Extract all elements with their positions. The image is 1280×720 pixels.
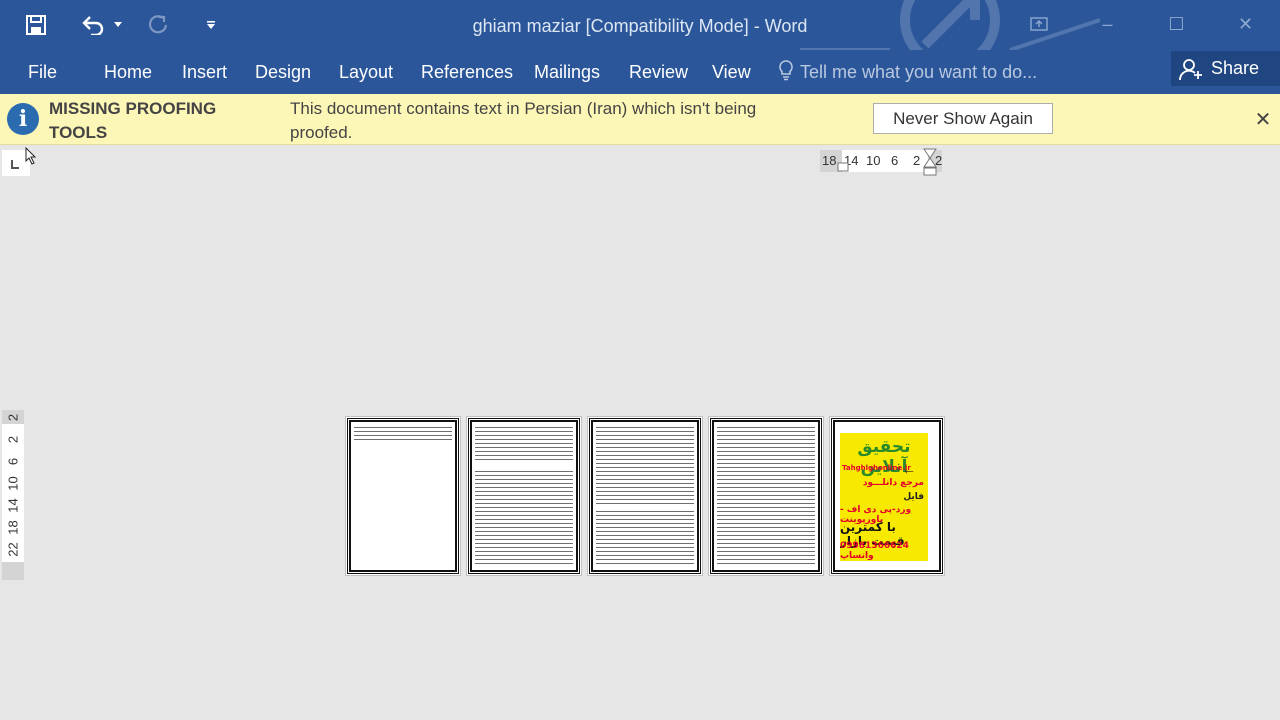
ruler-number: 6 bbox=[5, 457, 21, 466]
tab-design[interactable]: Design bbox=[255, 59, 311, 85]
share-button[interactable]: Share bbox=[1171, 51, 1280, 86]
redo-icon[interactable] bbox=[135, 2, 181, 48]
message-bar-text: This document contains text in Persian (… bbox=[290, 99, 757, 142]
ad-site: Tahghighonline.ir bbox=[842, 464, 911, 472]
left-indent-marker[interactable] bbox=[837, 162, 849, 172]
close-button[interactable]: ✕ bbox=[1211, 0, 1280, 48]
tab-home[interactable]: Home bbox=[104, 59, 152, 85]
undo-icon[interactable] bbox=[77, 2, 109, 48]
tab-insert[interactable]: Insert bbox=[182, 59, 227, 85]
page-thumbnail-5[interactable]: تحقیق آنلاین Tahghighonline.ir ← مرجع دا… bbox=[829, 416, 945, 576]
title-bar: ghiam maziar [Compatibility Mode] - Word… bbox=[0, 0, 1280, 50]
page-thumbnail-2[interactable] bbox=[466, 416, 582, 576]
page-thumbnail-1[interactable] bbox=[345, 416, 461, 576]
tab-layout[interactable]: Layout bbox=[339, 59, 393, 85]
horizontal-ruler[interactable]: 18 14 10 6 2 2 bbox=[820, 148, 942, 176]
save-icon[interactable] bbox=[13, 2, 59, 48]
ribbon-display-options-icon[interactable] bbox=[1004, 0, 1073, 48]
ruler-margin-bottom bbox=[2, 562, 24, 580]
page-text-lines bbox=[475, 427, 573, 565]
message-bar-close-icon[interactable]: ✕ bbox=[1252, 108, 1274, 131]
tab-references[interactable]: References bbox=[421, 59, 513, 85]
ruler-number: 2 bbox=[913, 153, 921, 168]
arrow-icon: ← bbox=[902, 461, 916, 477]
right-indent-marker[interactable] bbox=[923, 148, 937, 176]
tab-view[interactable]: View bbox=[712, 59, 751, 85]
paragraph-gap bbox=[475, 463, 573, 469]
customize-icon[interactable] bbox=[201, 2, 221, 48]
vertical-ruler[interactable]: 2 2 6 10 14 18 22 bbox=[2, 410, 24, 580]
lightbulb-icon bbox=[778, 59, 794, 86]
page-thumbnail-4[interactable] bbox=[708, 416, 824, 576]
tab-file[interactable]: File bbox=[28, 59, 57, 85]
info-icon: i bbox=[7, 103, 39, 135]
ad-line: فایل bbox=[903, 492, 924, 502]
paragraph-gap bbox=[596, 505, 694, 511]
message-bar-title: MISSING PROOFING TOOLS bbox=[49, 99, 217, 142]
tell-me-placeholder: Tell me what you want to do... bbox=[800, 61, 1038, 82]
page-text-lines bbox=[596, 427, 694, 565]
quick-access-toolbar bbox=[0, 0, 221, 50]
ruler-number: 2 bbox=[5, 435, 21, 444]
maximize-button[interactable]: ☐ bbox=[1142, 0, 1211, 48]
ad-line: مرجع دانلـــود bbox=[862, 478, 924, 488]
ruler-number: 14 bbox=[5, 498, 21, 513]
ruler-number: 22 bbox=[5, 542, 21, 557]
page-border bbox=[347, 418, 459, 574]
share-label: Share bbox=[1211, 58, 1260, 78]
ad-phone: 09981366624 واتساپ bbox=[840, 541, 909, 561]
ruler-number: 10 bbox=[866, 153, 881, 168]
advertisement-image: تحقیق آنلاین Tahghighonline.ir ← مرجع دا… bbox=[840, 433, 928, 561]
undo-dropdown-caret-down-icon[interactable] bbox=[109, 2, 127, 48]
mouse-pointer-icon bbox=[25, 147, 37, 165]
page-text-lines bbox=[717, 427, 815, 565]
tab-mailings[interactable]: Mailings bbox=[534, 59, 600, 85]
tell-me-box[interactable]: Tell me what you want to do... bbox=[778, 59, 1037, 85]
never-show-again-button[interactable]: Never Show Again bbox=[873, 103, 1053, 134]
ruler-number: 2 bbox=[5, 413, 21, 422]
page-text-lines bbox=[354, 427, 452, 441]
tab-review[interactable]: Review bbox=[629, 59, 688, 85]
window-controls: – ☐ ✕ bbox=[1004, 0, 1280, 50]
ruler-number: 6 bbox=[891, 153, 899, 168]
ruler-number: 18 bbox=[5, 520, 21, 535]
ruler-number: 10 bbox=[5, 476, 21, 491]
ruler-number: 18 bbox=[822, 153, 837, 168]
minimize-button[interactable]: – bbox=[1073, 0, 1142, 48]
person-add-icon bbox=[1179, 58, 1202, 80]
ribbon-tabs: File Home Insert Design Layout Reference… bbox=[0, 50, 1280, 94]
page-thumbnail-3[interactable] bbox=[587, 416, 703, 576]
